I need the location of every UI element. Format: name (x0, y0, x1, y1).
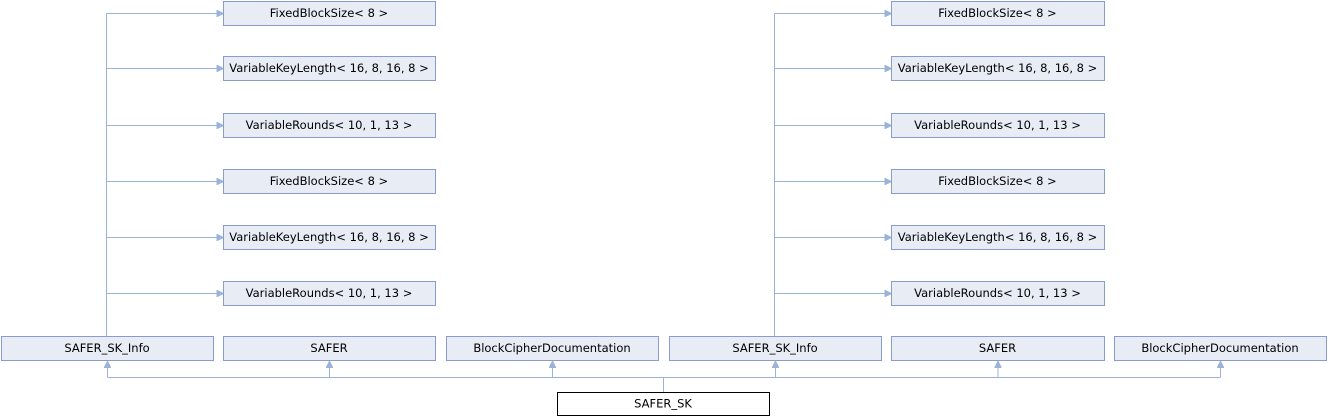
node-label: SAFER (979, 341, 1016, 355)
class-node-variablekeylength-16-8-16-8[interactable]: VariableKeyLength< 16, 8, 16, 8 > (891, 225, 1105, 250)
class-node-safer-sk-info[interactable]: SAFER_SK_Info (1, 336, 214, 361)
class-node-blockcipherdocumentation[interactable]: BlockCipherDocumentation (446, 336, 659, 361)
node-label: VariableKeyLength< 16, 8, 16, 8 > (229, 61, 429, 75)
node-label: FixedBlockSize< 8 > (938, 174, 1056, 188)
class-node-fixedblocksize-8[interactable]: FixedBlockSize< 8 > (223, 1, 436, 26)
node-label: SAFER_SK_Info (64, 341, 149, 355)
nodes-layer: FixedBlockSize< 8 > VariableKeyLength< 16… (1, 1, 1327, 416)
node-label: VariableKeyLength< 16, 8, 16, 8 > (898, 61, 1098, 75)
node-label: VariableRounds< 10, 1, 13 > (246, 286, 413, 300)
class-node-variablekeylength-16-8-16-8[interactable]: VariableKeyLength< 16, 8, 16, 8 > (223, 56, 436, 81)
node-label: SAFER_SK_Info (732, 341, 817, 355)
node-label: SAFER_SK (634, 397, 692, 411)
class-node-safer[interactable]: SAFER (223, 336, 436, 361)
node-label: VariableRounds< 10, 1, 13 > (914, 286, 1081, 300)
class-node-fixedblocksize-8[interactable]: FixedBlockSize< 8 > (891, 1, 1105, 26)
focus-class-node[interactable]: SAFER_SK (557, 392, 770, 416)
node-label: FixedBlockSize< 8 > (938, 6, 1056, 20)
node-label: BlockCipherDocumentation (1141, 341, 1298, 355)
class-node-variablerounds-10-1-13[interactable]: VariableRounds< 10, 1, 13 > (891, 113, 1105, 138)
class-node-blockcipherdocumentation[interactable]: BlockCipherDocumentation (1114, 336, 1327, 361)
node-label: VariableKeyLength< 16, 8, 16, 8 > (229, 230, 429, 244)
class-node-variablekeylength-16-8-16-8[interactable]: VariableKeyLength< 16, 8, 16, 8 > (891, 56, 1105, 81)
node-label: FixedBlockSize< 8 > (270, 174, 388, 188)
inheritance-diagram: FixedBlockSize< 8 > VariableKeyLength< 16… (1, 1, 1327, 416)
class-node-variablerounds-10-1-13[interactable]: VariableRounds< 10, 1, 13 > (223, 113, 436, 138)
class-node-variablerounds-10-1-13[interactable]: VariableRounds< 10, 1, 13 > (223, 281, 436, 306)
node-label: FixedBlockSize< 8 > (270, 6, 388, 20)
node-label: SAFER (310, 341, 347, 355)
node-label: VariableKeyLength< 16, 8, 16, 8 > (898, 230, 1098, 244)
node-label: VariableRounds< 10, 1, 13 > (914, 118, 1081, 132)
class-node-safer-sk-info[interactable]: SAFER_SK_Info (669, 336, 882, 361)
class-node-fixedblocksize-8[interactable]: FixedBlockSize< 8 > (223, 169, 436, 194)
class-node-fixedblocksize-8[interactable]: FixedBlockSize< 8 > (891, 169, 1105, 194)
class-node-variablerounds-10-1-13[interactable]: VariableRounds< 10, 1, 13 > (891, 281, 1105, 306)
node-label: BlockCipherDocumentation (473, 341, 630, 355)
class-node-variablekeylength-16-8-16-8[interactable]: VariableKeyLength< 16, 8, 16, 8 > (223, 225, 436, 250)
node-label: VariableRounds< 10, 1, 13 > (246, 118, 413, 132)
class-node-safer[interactable]: SAFER (891, 336, 1105, 361)
